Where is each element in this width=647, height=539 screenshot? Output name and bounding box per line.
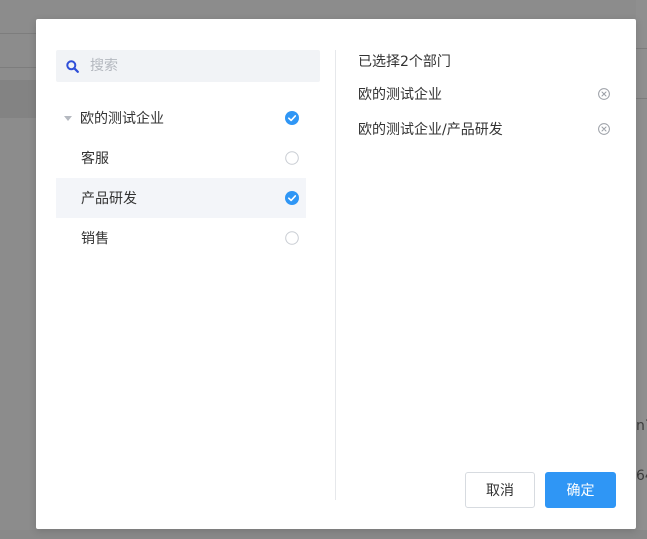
background-text: 64 — [636, 468, 647, 484]
background-text: n7 — [636, 418, 647, 434]
tree-node-product-rd[interactable]: 产品研发 — [56, 178, 306, 218]
tree-node-sales[interactable]: 销售 — [56, 218, 306, 258]
confirm-button[interactable]: 确定 — [545, 472, 616, 508]
checked-circle-icon[interactable] — [285, 111, 299, 125]
pane-divider — [335, 50, 336, 500]
background-menu-highlight — [0, 80, 36, 118]
caret-down-icon[interactable] — [56, 115, 80, 121]
selected-item-label: 欧的测试企业/产品研发 — [358, 122, 503, 138]
cancel-button[interactable]: 取消 — [465, 472, 535, 508]
search-box[interactable] — [56, 50, 320, 82]
selected-count-title: 已选择2个部门 — [358, 54, 451, 70]
background-right-panel — [636, 0, 647, 539]
search-input[interactable] — [88, 57, 312, 75]
background-divider — [636, 98, 647, 99]
selected-item: 欧的测试企业 — [358, 84, 610, 104]
search-icon — [64, 58, 80, 74]
background-bottom-row — [0, 530, 647, 539]
background-divider — [0, 67, 36, 68]
tree-node-label: 客服 — [81, 151, 109, 167]
tree-node-label: 产品研发 — [81, 191, 137, 207]
tree-node-label: 欧的测试企业 — [80, 111, 164, 127]
background-divider — [636, 48, 647, 49]
department-tree: 欧的测试企业 客服 产品研发 销售 — [56, 98, 306, 258]
tree-node-kefu[interactable]: 客服 — [56, 138, 306, 178]
selected-item-label: 欧的测试企业 — [358, 87, 442, 103]
unchecked-circle-icon[interactable] — [285, 151, 299, 165]
unchecked-circle-icon[interactable] — [285, 231, 299, 245]
tree-node-label: 销售 — [81, 231, 109, 247]
department-picker-dialog: 欧的测试企业 客服 产品研发 — [36, 19, 636, 529]
selected-item: 欧的测试企业/产品研发 — [358, 119, 610, 139]
background-divider — [0, 33, 36, 34]
remove-circle-icon[interactable] — [598, 123, 610, 135]
tree-node-root[interactable]: 欧的测试企业 — [56, 98, 306, 138]
checked-circle-icon[interactable] — [285, 191, 299, 205]
remove-circle-icon[interactable] — [598, 88, 610, 100]
